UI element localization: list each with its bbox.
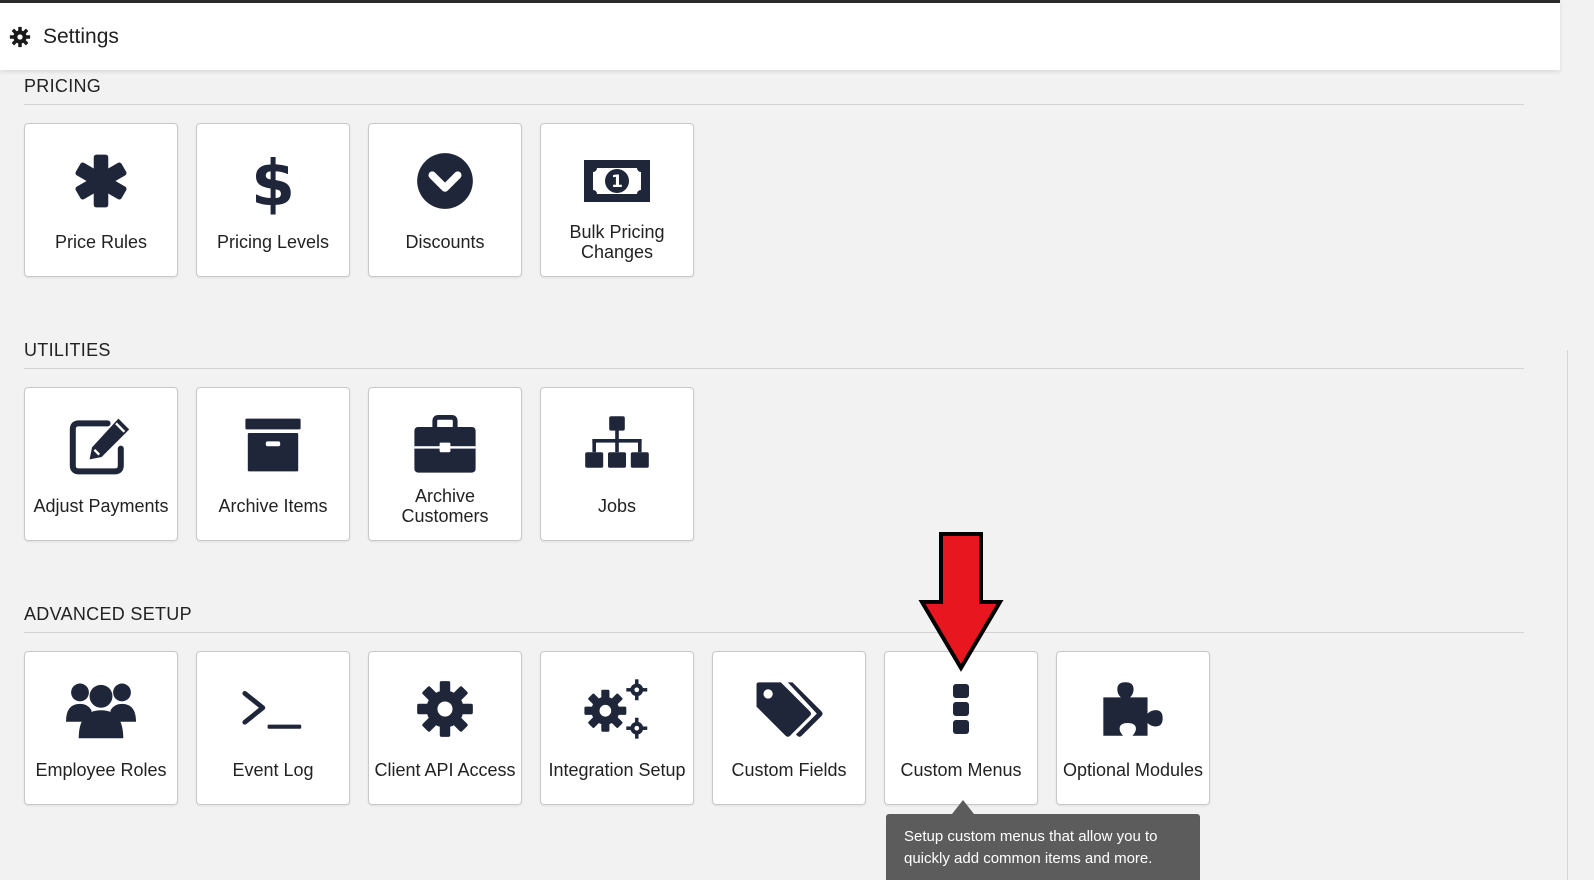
tile-label: Integration Setup xyxy=(548,760,686,780)
client-api-access-tile[interactable]: Client API Access xyxy=(368,651,522,805)
asterisk-icon xyxy=(25,148,177,214)
tile-label: Pricing Levels xyxy=(216,232,330,252)
integration-setup-tile[interactable]: Integration Setup xyxy=(540,651,694,805)
annotation-arrow-icon xyxy=(918,532,1004,672)
section-header-utilities: UTILITIES xyxy=(24,340,1524,369)
section-header-pricing: PRICING xyxy=(24,76,1524,105)
puzzle-icon xyxy=(1057,676,1209,742)
jobs-tile[interactable]: Jobs xyxy=(540,387,694,541)
tile-label: Jobs xyxy=(597,496,637,516)
optional-modules-tile[interactable]: Optional Modules xyxy=(1056,651,1210,805)
page-title: Settings xyxy=(43,24,119,48)
pricing-section: PRICING Price Rules $ Pricing Levels Dis… xyxy=(24,76,1524,279)
bulk-pricing-changes-tile[interactable]: 1 Bulk Pricing Changes xyxy=(540,123,694,277)
tile-label: Employee Roles xyxy=(35,760,167,780)
tile-label: Custom Fields xyxy=(731,760,847,780)
cog-icon xyxy=(369,676,521,742)
archive-customers-tile[interactable]: Archive Customers xyxy=(368,387,522,541)
sitemap-icon xyxy=(541,412,693,478)
briefcase-icon xyxy=(369,412,521,478)
tile-label: Optional Modules xyxy=(1062,760,1204,780)
dollar-icon: $ xyxy=(197,146,349,216)
custom-fields-tile[interactable]: Custom Fields xyxy=(712,651,866,805)
top-bar: Settings xyxy=(0,0,1560,70)
discounts-tile[interactable]: Discounts xyxy=(368,123,522,277)
utilities-section: UTILITIES Adjust Payments Archive Items … xyxy=(24,340,1524,543)
chevron-circle-down-icon xyxy=(369,148,521,214)
edit-icon xyxy=(25,412,177,478)
scrollbar-thumb[interactable] xyxy=(1567,350,1568,880)
tile-label: Bulk Pricing Changes xyxy=(569,222,665,262)
tile-label: Discounts xyxy=(405,232,485,252)
banknote-icon: 1 xyxy=(541,148,693,214)
tile-label: Archive Items xyxy=(218,496,328,516)
adjust-payments-tile[interactable]: Adjust Payments xyxy=(24,387,178,541)
ellipsis-vertical-icon xyxy=(885,676,1037,742)
employee-roles-tile[interactable]: Employee Roles xyxy=(24,651,178,805)
svg-text:$: $ xyxy=(251,146,295,216)
tile-label: Adjust Payments xyxy=(33,496,169,516)
tooltip-text: Setup custom menus that allow you to qui… xyxy=(904,828,1158,867)
pricing-levels-tile[interactable]: $ Pricing Levels xyxy=(196,123,350,277)
users-icon xyxy=(25,676,177,742)
svg-text:1: 1 xyxy=(611,172,623,192)
tags-icon xyxy=(713,676,865,742)
event-log-tile[interactable]: Event Log xyxy=(196,651,350,805)
tile-label: Price Rules xyxy=(54,232,148,252)
tile-label: Event Log xyxy=(232,760,314,780)
tooltip-caret xyxy=(952,800,974,814)
archive-box-icon xyxy=(197,412,349,478)
cogs-icon xyxy=(541,676,693,742)
pricing-tiles: Price Rules $ Pricing Levels Discounts 1… xyxy=(24,123,1524,279)
price-rules-tile[interactable]: Price Rules xyxy=(24,123,178,277)
tile-label: Archive Customers xyxy=(401,486,489,526)
utilities-tiles: Adjust Payments Archive Items Archive Cu… xyxy=(24,387,1524,543)
custom-menus-tile[interactable]: Custom Menus xyxy=(884,651,1038,805)
custom-menus-tooltip: Setup custom menus that allow you to qui… xyxy=(886,814,1200,880)
advanced-setup-tiles: Employee Roles Event Log Client API Acce… xyxy=(24,651,1524,807)
gear-icon xyxy=(9,26,31,48)
section-header-advanced-setup: ADVANCED SETUP xyxy=(24,604,1524,633)
scrollbar-track[interactable] xyxy=(1560,0,1594,880)
tile-label: Client API Access xyxy=(374,760,516,780)
advanced-setup-section: ADVANCED SETUP Employee Roles Event Log … xyxy=(24,604,1524,807)
terminal-icon xyxy=(197,676,349,742)
tile-label: Custom Menus xyxy=(900,760,1022,780)
archive-items-tile[interactable]: Archive Items xyxy=(196,387,350,541)
